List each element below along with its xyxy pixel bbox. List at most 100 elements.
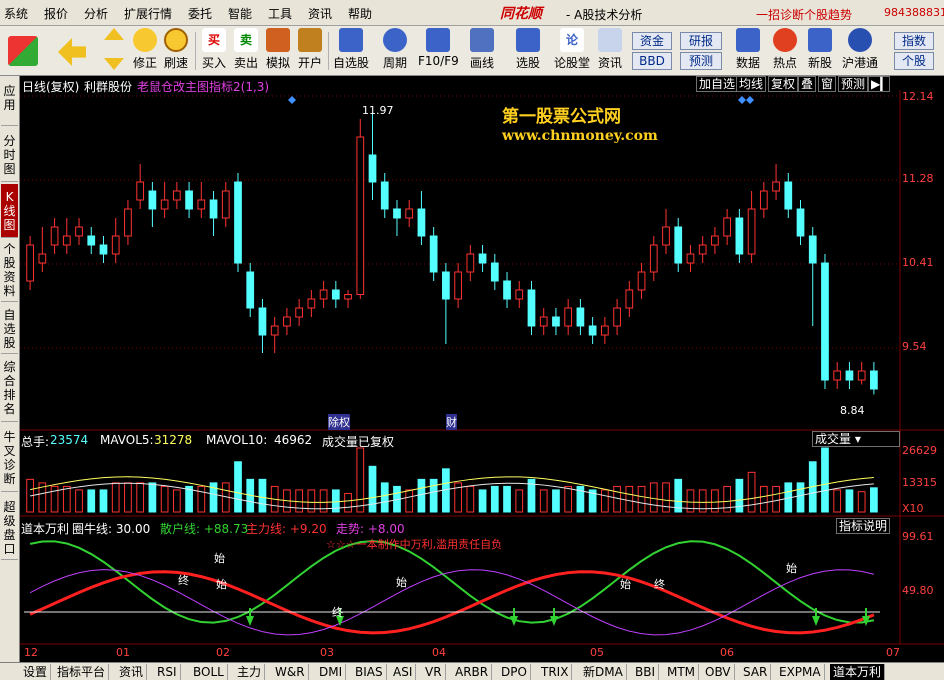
menu-trade[interactable]: 委托 — [188, 5, 212, 22]
period-button[interactable]: 周期 — [378, 28, 412, 71]
menu-extended[interactable]: 扩展行情 — [124, 5, 172, 22]
candle-body — [857, 370, 866, 381]
tab-rsi[interactable]: RSI — [154, 664, 181, 680]
open-account-button[interactable]: 开户 — [296, 28, 324, 71]
menu-news[interactable]: 资讯 — [308, 5, 332, 22]
new-stock-button[interactable]: 新股 — [806, 28, 834, 71]
chart-area[interactable]: 日线(复权) 利群股份 老鼠仓改主图指标2(1,3) 加自选 均线 复权 叠 窗… — [20, 76, 944, 662]
ma-button[interactable]: 均线 — [736, 76, 767, 92]
tab-arbr[interactable]: ARBR — [452, 664, 493, 680]
tab-news[interactable]: 资讯 — [116, 664, 148, 680]
time-axis-8: 07 — [886, 646, 900, 659]
data-button[interactable]: 数据 — [734, 28, 762, 71]
sidebar-item-watchlist[interactable]: 自选股 — [1, 304, 18, 354]
tab-obv[interactable]: OBV — [702, 664, 735, 680]
indicator-axis-2: 49.80 — [902, 584, 934, 597]
menu-help[interactable]: 帮助 — [348, 5, 372, 22]
time-axis-4: 03 — [320, 646, 334, 659]
collapse-icon[interactable]: ▶▎ — [868, 76, 890, 92]
sidebar-item-apps[interactable]: 应用 — [1, 78, 18, 126]
f10-button[interactable]: F10/F9 — [418, 28, 459, 68]
forecast-button[interactable]: 预测 — [838, 76, 869, 92]
volume-bar — [368, 465, 377, 513]
tab-bias[interactable]: BIAS — [352, 664, 387, 680]
volume-bar — [845, 489, 854, 513]
tab-bbi[interactable]: BBI — [632, 664, 660, 680]
candle-body — [698, 244, 707, 255]
simulate-button[interactable]: 模拟 — [264, 28, 292, 71]
ex-rights-marker[interactable]: 除权 — [328, 414, 350, 430]
indicator-help-button[interactable]: 指标说明 — [836, 518, 891, 534]
forum-button[interactable]: 论论股堂 — [554, 28, 590, 71]
sidebar-item-intraday[interactable]: 分时图 — [1, 128, 18, 182]
draw-line-button[interactable]: 画线 — [466, 28, 498, 71]
tab-wr[interactable]: W&R — [272, 664, 309, 680]
menu-tools[interactable]: 工具 — [268, 5, 292, 22]
tab-dpo[interactable]: DPO — [498, 664, 531, 680]
tab-expma[interactable]: EXPMA — [776, 664, 825, 680]
volume-bar — [515, 489, 524, 513]
nav-arrows[interactable] — [102, 28, 126, 72]
tab-mtm[interactable]: MTM — [664, 664, 700, 680]
tab-settings[interactable]: 设置 — [20, 664, 52, 680]
sidebar-item-level2[interactable]: 超级盘口 — [1, 494, 18, 560]
menu-smart[interactable]: 智能 — [228, 5, 252, 22]
sidebar-item-profile[interactable]: 个股资料 — [1, 240, 18, 302]
volume-bar — [857, 491, 866, 513]
candle-body — [307, 298, 316, 309]
window-button[interactable]: 窗 — [818, 76, 837, 92]
add-watchlist-button[interactable]: 加自选 — [696, 76, 739, 92]
tab-vr[interactable]: VR — [422, 664, 446, 680]
stock-picker-button[interactable]: 选股 — [512, 28, 544, 71]
bbd-box[interactable]: BBD — [632, 52, 672, 70]
candle-body — [319, 289, 328, 300]
slogan-link[interactable]: 一招诊断个股趋势 — [756, 6, 852, 23]
index-box[interactable]: 指数 — [894, 32, 934, 50]
research-box[interactable]: 研报 — [680, 32, 722, 50]
tab-sar[interactable]: SAR — [740, 664, 772, 680]
candle-body — [674, 226, 683, 264]
tab-asi[interactable]: ASI — [390, 664, 417, 680]
candle-body — [160, 199, 169, 210]
hk-connect-button[interactable]: 沪港通 — [840, 28, 880, 71]
chart-canvas[interactable] — [20, 76, 944, 662]
candle-body — [148, 190, 157, 210]
menu-system[interactable]: 系统 — [4, 5, 28, 22]
tab-boll[interactable]: BOLL — [190, 664, 228, 680]
financial-marker[interactable]: 财 — [446, 414, 457, 430]
revise-button[interactable]: 修正 — [128, 28, 162, 71]
menu-analysis[interactable]: 分析 — [84, 5, 108, 22]
volume-selector[interactable]: 成交量 ▾ — [812, 431, 900, 447]
volume-axis-1: 26629 — [902, 444, 937, 457]
funds-box[interactable]: 资金 — [632, 32, 672, 50]
candle-body — [368, 154, 377, 183]
candle-body — [172, 190, 181, 201]
news-button[interactable]: 资讯 — [596, 28, 624, 71]
tab-indicator-platform[interactable]: 指标平台 — [54, 664, 110, 680]
tab-new-dma[interactable]: 新DMA — [580, 664, 627, 680]
high-price-label: 11.97 — [362, 104, 394, 117]
app-icon[interactable] — [8, 28, 38, 68]
tab-main-force[interactable]: 主力 — [234, 664, 266, 680]
sidebar-item-ranking[interactable]: 综合排名 — [1, 356, 18, 422]
candle-body — [466, 253, 475, 273]
sidebar-item-kline[interactable]: K线图 — [1, 184, 18, 238]
sidebar-item-diagnosis[interactable]: 牛叉诊断 — [1, 424, 18, 492]
hotspot-button[interactable]: 热点 — [770, 28, 800, 71]
buy-button[interactable]: 买买入 — [200, 28, 228, 71]
back-icon[interactable] — [58, 28, 86, 68]
tab-dmi[interactable]: DMI — [316, 664, 347, 680]
signal-arrow-icon — [550, 616, 558, 626]
watchlist-button[interactable]: 自选股 — [332, 28, 370, 71]
candle-body — [344, 294, 352, 300]
stock-box[interactable]: 个股 — [894, 52, 934, 70]
tab-daoben-wanli[interactable]: 道本万利 — [830, 664, 886, 680]
menu-quote[interactable]: 报价 — [44, 5, 68, 22]
overlay-button[interactable]: 叠 — [798, 76, 817, 92]
tab-trix[interactable]: TRIX — [538, 664, 573, 680]
sell-button[interactable]: 卖卖出 — [232, 28, 260, 71]
speed-test-button[interactable]: 刷速 — [162, 28, 190, 71]
forecast-box[interactable]: 预测 — [680, 52, 722, 70]
adjust-button[interactable]: 复权 — [768, 76, 799, 92]
candle-body — [429, 235, 438, 273]
